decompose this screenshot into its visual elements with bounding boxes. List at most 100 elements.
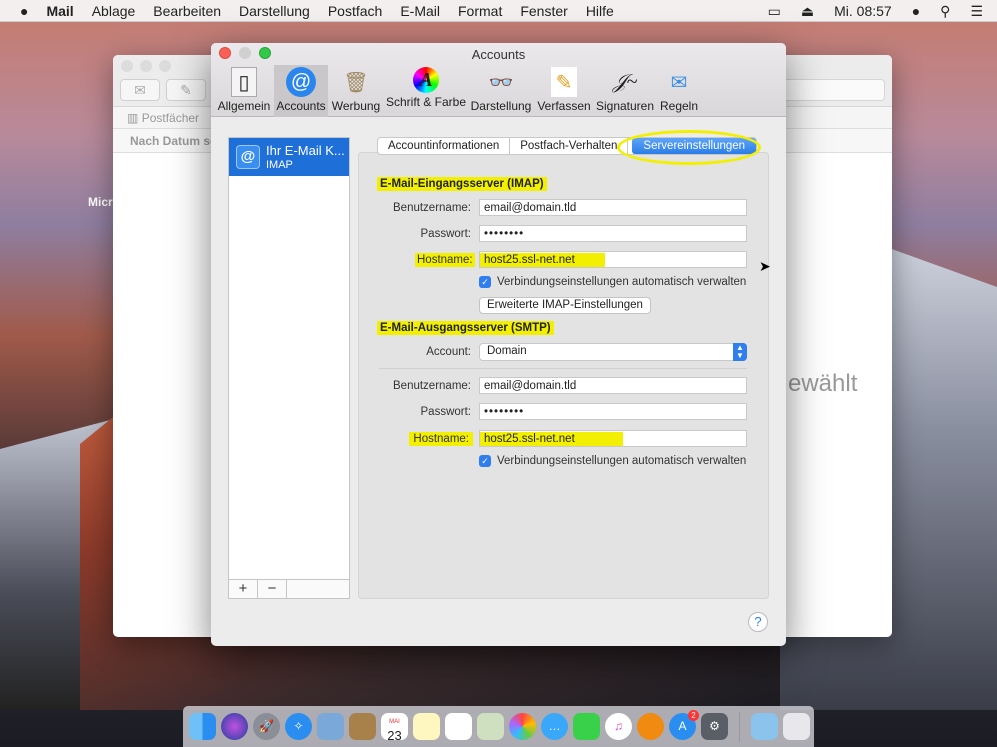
compose-pencil-icon: ✎ <box>551 67 577 97</box>
maps-icon[interactable] <box>477 713 504 740</box>
toolbar-label: Accounts <box>276 99 326 113</box>
dock: 🚀 ✧ MAI 23 … ♫ A2 ⚙ <box>183 706 814 747</box>
remove-account-button[interactable]: − <box>258 580 287 598</box>
calendar-day: 23 <box>387 728 402 743</box>
at-sign-icon: @ <box>236 145 260 169</box>
add-account-button[interactable]: + <box>229 580 258 598</box>
minimize-button[interactable] <box>140 60 152 72</box>
spotlight-search-icon[interactable]: ⚲ <box>940 3 950 20</box>
siri-icon[interactable] <box>221 713 248 740</box>
incoming-username-input[interactable]: email@domain.tld <box>479 199 747 216</box>
checkmark-icon: ✓ <box>479 276 491 288</box>
no-message-selected-text: ewählt <box>788 370 858 397</box>
close-button[interactable] <box>121 60 133 72</box>
get-mail-button[interactable]: ✉ <box>120 79 160 101</box>
desktop-item-label[interactable]: Micr <box>88 195 113 209</box>
menu-darstellung[interactable]: Darstellung <box>239 3 310 19</box>
ibooks-icon[interactable] <box>637 713 664 740</box>
compose-button[interactable]: ✎ <box>166 79 206 101</box>
zoom-button[interactable] <box>159 60 171 72</box>
finder-icon[interactable] <box>189 713 216 740</box>
app-store-icon[interactable]: A2 <box>669 710 699 740</box>
search-field[interactable] <box>783 79 885 101</box>
toolbar-verfassen[interactable]: ✎ Verfassen <box>536 65 592 117</box>
eject-icon[interactable]: ⏏ <box>801 3 814 20</box>
viewing-glasses-icon: 👓 <box>488 71 514 94</box>
incoming-hostname-value: host25.ssl-net.net <box>480 253 605 267</box>
notification-center-icon[interactable]: ☰ <box>970 3 983 20</box>
mailboxes-button[interactable]: Postfächer <box>142 111 199 125</box>
tab-accountinformationen[interactable]: Accountinformationen <box>378 138 511 154</box>
settings-panel <box>358 152 769 599</box>
menu-ablage[interactable]: Ablage <box>92 3 136 19</box>
outgoing-password-input[interactable]: •••••••• <box>479 403 747 420</box>
toolbar-label: Allgemein <box>217 99 271 113</box>
menu-format[interactable]: Format <box>458 3 502 19</box>
menu-app-mail[interactable]: Mail <box>46 3 73 19</box>
toolbar-label: Regeln <box>659 99 699 113</box>
calendar-icon[interactable]: MAI 23 <box>381 713 408 743</box>
itunes-icon[interactable]: ♫ <box>605 713 632 740</box>
menu-email[interactable]: E-Mail <box>400 3 440 19</box>
clock[interactable]: Mi. 08:57 <box>834 3 892 19</box>
menu-fenster[interactable]: Fenster <box>520 3 567 19</box>
contacts-icon[interactable] <box>349 713 376 740</box>
help-button[interactable]: ? <box>748 612 768 632</box>
outgoing-server-heading: E-Mail-Ausgangsserver (SMTP) <box>377 321 554 335</box>
mail-icon[interactable] <box>317 713 344 740</box>
toolbar-regeln[interactable]: ✉ Regeln <box>657 65 701 117</box>
notes-icon[interactable] <box>413 713 440 740</box>
tab-postfach-verhalten[interactable]: Postfach-Verhalten <box>510 138 629 154</box>
photos-icon[interactable] <box>509 713 536 740</box>
window-title: Accounts <box>471 47 526 62</box>
outgoing-password-label: Passwort: <box>420 406 472 418</box>
system-preferences-icon[interactable]: ⚙ <box>701 713 728 740</box>
toolbar-darstellung[interactable]: 👓 Darstellung <box>470 65 532 117</box>
account-name: Ihr E-Mail K... <box>266 143 345 158</box>
toolbar-label: Darstellung <box>470 99 532 113</box>
outgoing-auto-checkbox[interactable]: ✓ Verbindungseinstellungen automatisch ve… <box>479 455 746 467</box>
incoming-auto-checkbox[interactable]: ✓ Verbindungseinstellungen automatisch ve… <box>479 276 746 288</box>
dock-separator <box>739 711 740 742</box>
incoming-password-input[interactable]: •••••••• <box>479 225 747 242</box>
toolbar-label: Werbung <box>331 99 381 113</box>
account-list-item[interactable]: @ Ihr E-Mail K... IMAP <box>229 138 349 176</box>
incoming-username-label: Benutzername: <box>393 202 471 214</box>
incoming-server-heading: E-Mail-Eingangsserver (IMAP) <box>377 177 547 191</box>
general-switch-icon: ▯ <box>231 67 257 97</box>
toolbar-accounts[interactable]: @ Accounts <box>274 65 328 117</box>
toolbar-schrift-farbe[interactable]: A Schrift & Farbe <box>385 65 467 117</box>
outgoing-username-label: Benutzername: <box>393 380 471 392</box>
advanced-imap-button[interactable]: Erweiterte IMAP-Einstellungen <box>479 297 651 314</box>
trash-icon[interactable] <box>783 713 810 740</box>
reminders-icon[interactable] <box>445 713 472 740</box>
facetime-icon[interactable] <box>573 713 600 740</box>
launchpad-icon[interactable]: 🚀 <box>253 713 280 740</box>
incoming-password-label: Passwort: <box>420 228 472 240</box>
outgoing-account-select[interactable]: Domain ▲ ▼ <box>479 343 747 361</box>
apple-menu-icon[interactable]: ● <box>20 3 28 19</box>
display-mirroring-icon[interactable]: ▭ <box>768 3 781 20</box>
toolbar-werbung[interactable]: 🗑 Werbung <box>331 65 381 117</box>
outgoing-hostname-value: host25.ssl-net.net <box>480 432 623 446</box>
toolbar-signaturen[interactable]: 𝒥~ Signaturen <box>595 65 655 117</box>
signature-icon: 𝒥~ <box>612 70 638 93</box>
menu-hilfe[interactable]: Hilfe <box>586 3 614 19</box>
incoming-hostname-input[interactable]: host25.ssl-net.net <box>479 251 747 268</box>
menu-bearbeiten[interactable]: Bearbeiten <box>153 3 221 19</box>
toolbar-label: Signaturen <box>595 99 655 113</box>
outgoing-hostname-input[interactable]: host25.ssl-net.net <box>479 430 747 447</box>
outgoing-account-label: Account: <box>426 346 471 358</box>
compose-icon: ✎ <box>180 82 192 98</box>
menu-postfach[interactable]: Postfach <box>328 3 382 19</box>
messages-icon[interactable]: … <box>541 713 568 740</box>
rules-envelope-icon: ✉ <box>670 71 688 94</box>
sidebar-icon: ▥ <box>127 111 139 125</box>
outgoing-username-input[interactable]: email@domain.tld <box>479 377 747 394</box>
safari-icon[interactable]: ✧ <box>285 713 312 740</box>
toolbar-allgemein[interactable]: ▯ Allgemein <box>217 65 271 117</box>
downloads-folder-icon[interactable] <box>751 713 778 740</box>
divider <box>379 368 747 369</box>
fonts-colors-icon: A <box>413 67 439 93</box>
user-icon[interactable]: ● <box>912 3 920 19</box>
